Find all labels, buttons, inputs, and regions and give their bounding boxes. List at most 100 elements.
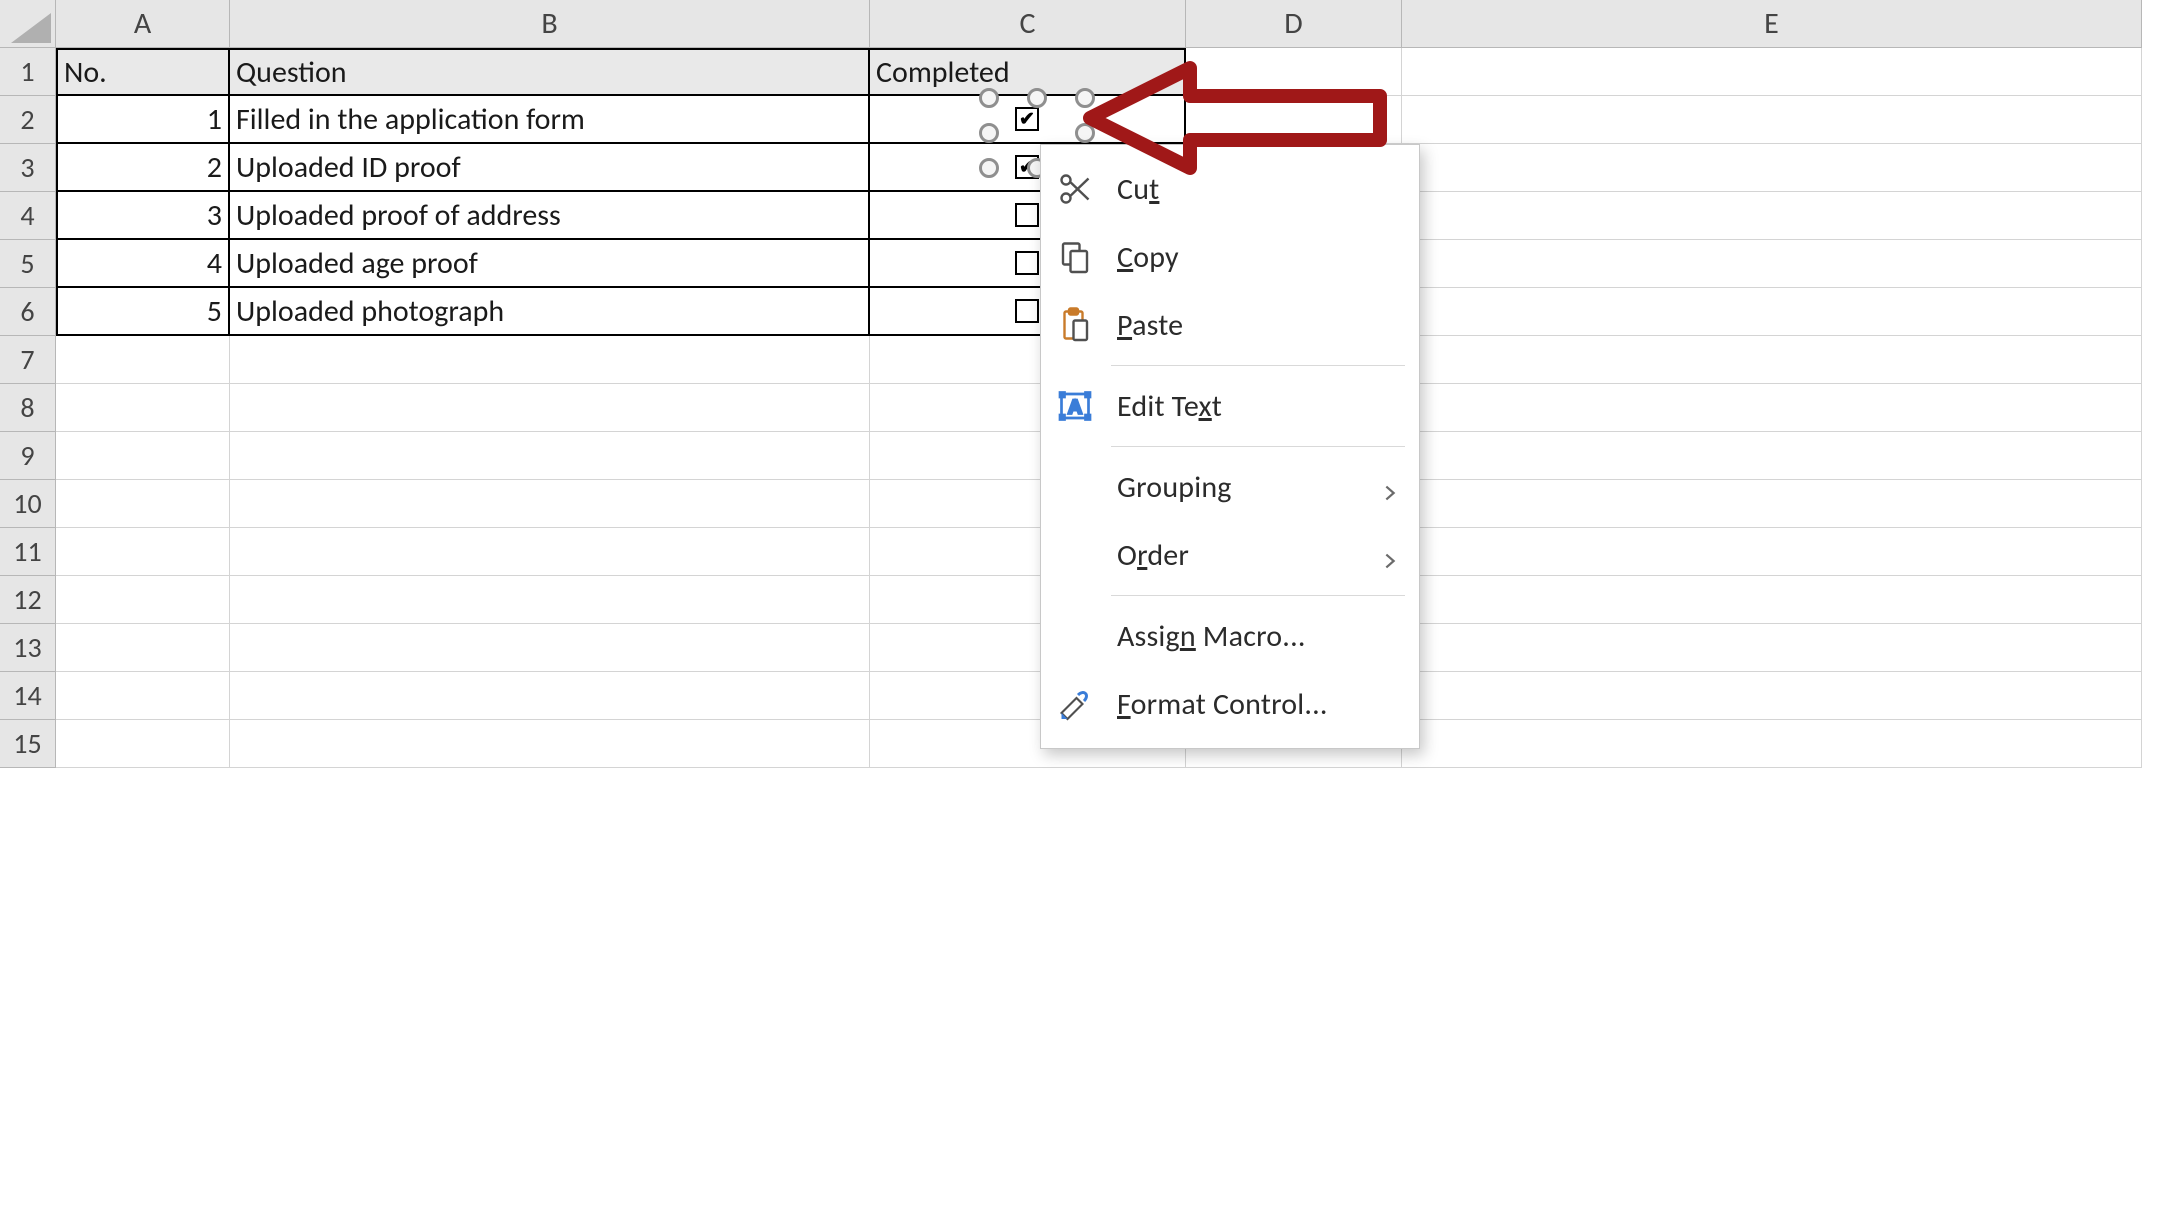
- cell-A13[interactable]: [56, 624, 230, 672]
- cell-E7[interactable]: [1402, 336, 2142, 384]
- cell-D2[interactable]: [1186, 96, 1402, 144]
- copy-icon: [1055, 237, 1095, 277]
- cell-B11[interactable]: [230, 528, 870, 576]
- cell-A5[interactable]: 4: [56, 240, 230, 288]
- cell-C2[interactable]: [870, 96, 1186, 144]
- ctx-assign-macro-label: Assign Macro...: [1117, 618, 1401, 655]
- column-header-A[interactable]: A: [56, 0, 230, 48]
- cell-E6[interactable]: [1402, 288, 2142, 336]
- cell-B2[interactable]: Filled in the application form: [230, 96, 870, 144]
- ctx-copy[interactable]: Copy: [1041, 223, 1419, 291]
- cell-A12[interactable]: [56, 576, 230, 624]
- checkbox-row-1[interactable]: [1015, 107, 1039, 131]
- cell-A3[interactable]: 2: [56, 144, 230, 192]
- cell-B9[interactable]: [230, 432, 870, 480]
- cell-B6[interactable]: Uploaded photograph: [230, 288, 870, 336]
- row-header-13[interactable]: 13: [0, 624, 56, 672]
- table-header-row: No. Question Completed: [56, 48, 2142, 96]
- cell-A6[interactable]: 5: [56, 288, 230, 336]
- blank-icon: [1055, 535, 1095, 575]
- cell-E12[interactable]: [1402, 576, 2142, 624]
- row-header-11[interactable]: 11: [0, 528, 56, 576]
- row-header-4[interactable]: 4: [0, 192, 56, 240]
- paste-icon: [1055, 305, 1095, 345]
- blank-icon: [1055, 616, 1095, 656]
- cell-B8[interactable]: [230, 384, 870, 432]
- row-header-10[interactable]: 10: [0, 480, 56, 528]
- row-header-12[interactable]: 12: [0, 576, 56, 624]
- table-row: 1 Filled in the application form: [56, 96, 2142, 144]
- ctx-order[interactable]: Order: [1041, 521, 1419, 589]
- cell-A15[interactable]: [56, 720, 230, 768]
- row-header-1[interactable]: 1: [0, 48, 56, 96]
- cell-A1[interactable]: No.: [56, 48, 230, 96]
- cell-C1[interactable]: Completed: [870, 48, 1186, 96]
- column-header-C[interactable]: C: [870, 0, 1186, 48]
- cell-A7[interactable]: [56, 336, 230, 384]
- cell-A11[interactable]: [56, 528, 230, 576]
- cell-E4[interactable]: [1402, 192, 2142, 240]
- cell-E15[interactable]: [1402, 720, 2142, 768]
- cell-E11[interactable]: [1402, 528, 2142, 576]
- cell-E2[interactable]: [1402, 96, 2142, 144]
- ctx-paste-label: Paste: [1117, 307, 1401, 344]
- checkbox-row-5[interactable]: [1015, 299, 1039, 323]
- cell-B4[interactable]: Uploaded proof of address: [230, 192, 870, 240]
- cell-E1[interactable]: [1402, 48, 2142, 96]
- row-header-2[interactable]: 2: [0, 96, 56, 144]
- chevron-right-icon: [1379, 476, 1401, 498]
- row-header-9[interactable]: 9: [0, 432, 56, 480]
- cell-B7[interactable]: [230, 336, 870, 384]
- row-header-5[interactable]: 5: [0, 240, 56, 288]
- cell-A14[interactable]: [56, 672, 230, 720]
- ctx-order-label: Order: [1117, 537, 1357, 574]
- cell-B14[interactable]: [230, 672, 870, 720]
- cell-A4[interactable]: 3: [56, 192, 230, 240]
- column-header-E[interactable]: E: [1402, 0, 2142, 48]
- cell-E3[interactable]: [1402, 144, 2142, 192]
- ctx-cut[interactable]: Cut: [1041, 155, 1419, 223]
- row-header-8[interactable]: 8: [0, 384, 56, 432]
- cell-A8[interactable]: [56, 384, 230, 432]
- ctx-edit-text[interactable]: A Edit Text: [1041, 372, 1419, 440]
- cell-E13[interactable]: [1402, 624, 2142, 672]
- ctx-separator: [1111, 446, 1405, 447]
- cell-B15[interactable]: [230, 720, 870, 768]
- ctx-paste[interactable]: Paste: [1041, 291, 1419, 359]
- cell-B10[interactable]: [230, 480, 870, 528]
- select-all-corner[interactable]: [0, 0, 56, 48]
- ctx-format-control[interactable]: Format Control...: [1041, 670, 1419, 738]
- cell-B3[interactable]: Uploaded ID proof: [230, 144, 870, 192]
- row-header-3[interactable]: 3: [0, 144, 56, 192]
- cell-E8[interactable]: [1402, 384, 2142, 432]
- cell-D1[interactable]: [1186, 48, 1402, 96]
- edit-text-icon: A: [1055, 386, 1095, 426]
- cell-E10[interactable]: [1402, 480, 2142, 528]
- cell-E14[interactable]: [1402, 672, 2142, 720]
- spreadsheet-area: A B C D E 1 2 3 4 5 6 7 8 9 10 11 12 13 …: [0, 0, 2184, 1208]
- cell-B12[interactable]: [230, 576, 870, 624]
- ctx-edit-text-label: Edit Text: [1117, 388, 1401, 425]
- cell-E5[interactable]: [1402, 240, 2142, 288]
- row-header-15[interactable]: 15: [0, 720, 56, 768]
- cell-B13[interactable]: [230, 624, 870, 672]
- cell-A2[interactable]: 1: [56, 96, 230, 144]
- ctx-grouping[interactable]: Grouping: [1041, 453, 1419, 521]
- column-header-row: A B C D E: [0, 0, 2142, 48]
- row-header-column: 1 2 3 4 5 6 7 8 9 10 11 12 13 14 15: [0, 48, 56, 768]
- ctx-assign-macro[interactable]: Assign Macro...: [1041, 602, 1419, 670]
- row-header-7[interactable]: 7: [0, 336, 56, 384]
- row-header-6[interactable]: 6: [0, 288, 56, 336]
- cell-A10[interactable]: [56, 480, 230, 528]
- cell-A9[interactable]: [56, 432, 230, 480]
- svg-text:A: A: [1068, 397, 1082, 419]
- checkbox-row-3[interactable]: [1015, 203, 1039, 227]
- cell-E9[interactable]: [1402, 432, 2142, 480]
- checkbox-row-4[interactable]: [1015, 251, 1039, 275]
- column-header-D[interactable]: D: [1186, 0, 1402, 48]
- column-header-B[interactable]: B: [230, 0, 870, 48]
- checkbox-row-2[interactable]: [1015, 155, 1039, 179]
- cell-B5[interactable]: Uploaded age proof: [230, 240, 870, 288]
- cell-B1[interactable]: Question: [230, 48, 870, 96]
- row-header-14[interactable]: 14: [0, 672, 56, 720]
